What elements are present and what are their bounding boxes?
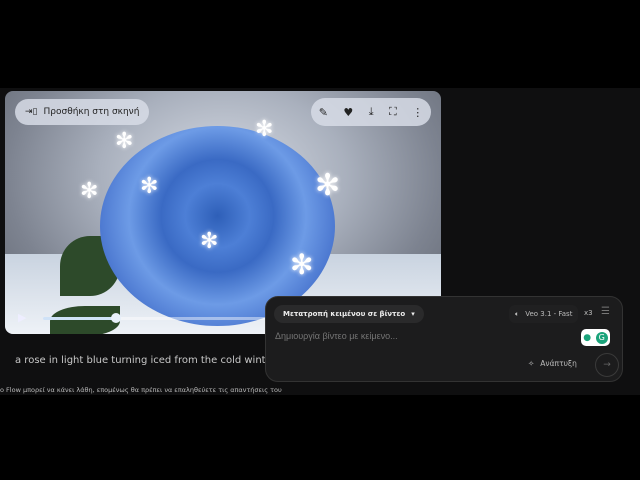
- lightbulb-icon[interactable]: ●: [583, 333, 591, 343]
- prompt-input[interactable]: [275, 331, 565, 341]
- extension-badges[interactable]: ● G: [581, 329, 610, 346]
- snowflake-icon: ✻: [290, 248, 314, 281]
- add-to-scene-icon: ⇥▯: [25, 107, 38, 117]
- model-label: Veo 3.1 - Fast: [525, 310, 573, 318]
- grammarly-icon[interactable]: G: [595, 331, 608, 344]
- snowflake-icon: ✻: [140, 174, 159, 199]
- expand-label: Ανάπτυξη: [540, 359, 577, 368]
- caret-down-icon: ▾: [411, 310, 415, 318]
- output-count[interactable]: x3: [584, 309, 593, 317]
- video-progress-slider[interactable]: [43, 313, 265, 323]
- video-progress-thumb[interactable]: [111, 313, 122, 323]
- add-to-scene-button[interactable]: ⇥▯ Προσθήκη στη σκηνή: [15, 99, 150, 125]
- prompt-caption: a rose in light blue turning iced from t…: [15, 355, 276, 366]
- magic-wand-icon: ✧: [528, 359, 535, 368]
- model-selector[interactable]: 🔈︎ Veo 3.1 - Fast: [509, 305, 579, 323]
- download-icon[interactable]: ⤓: [369, 105, 374, 119]
- play-icon[interactable]: ▶: [18, 311, 26, 324]
- speaker-icon: 🔈︎: [515, 309, 520, 318]
- settings-sliders-icon[interactable]: ☰: [601, 306, 610, 317]
- snowflake-icon: ✻: [115, 129, 134, 154]
- disclaimer-text: o Flow μπορεί να κάνει λάθη, επομένως θα…: [0, 386, 282, 394]
- fullscreen-icon[interactable]: ⛶: [389, 105, 397, 119]
- prompt-composer: Μετατροπή κειμένου σε βίντεο ▾ 🔈︎ Veo 3.…: [265, 296, 623, 382]
- add-to-scene-label: Προσθήκη στη σκηνή: [43, 107, 140, 117]
- mode-label: Μετατροπή κειμένου σε βίντεο: [283, 310, 406, 318]
- snowflake-icon: ✻: [255, 117, 274, 142]
- snowflake-icon: ✻: [315, 168, 341, 203]
- mode-dropdown[interactable]: Μετατροπή κειμένου σε βίντεο ▾: [274, 305, 424, 323]
- send-button[interactable]: →: [595, 353, 619, 377]
- video-toolbar: ✎ ♥ ⤓ ⛶ ⋮: [311, 98, 431, 126]
- snowflake-icon: ✻: [80, 179, 99, 204]
- video-progress-fill: [43, 317, 117, 320]
- heart-icon[interactable]: ♥: [343, 106, 353, 119]
- more-vert-icon[interactable]: ⋮: [412, 106, 423, 119]
- expand-button[interactable]: ✧ Ανάπτυξη: [528, 359, 577, 368]
- pencil-icon[interactable]: ✎: [319, 106, 328, 119]
- snowflake-icon: ✻: [200, 229, 219, 254]
- arrow-right-icon: →: [603, 360, 611, 370]
